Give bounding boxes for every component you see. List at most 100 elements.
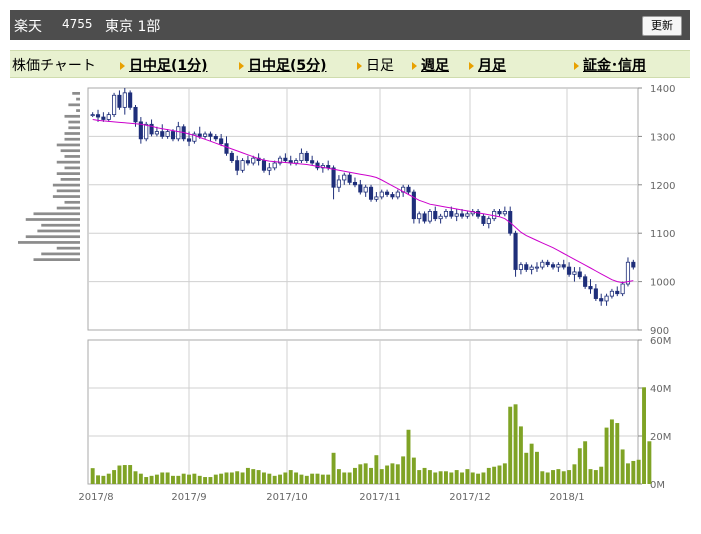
volume-bar (262, 472, 266, 484)
volume-profile-bar (64, 137, 80, 141)
candle-body (358, 184, 363, 193)
volume-bar (524, 452, 529, 484)
volume-bar (411, 457, 416, 484)
volume-bar (347, 472, 352, 484)
volume-profile-bar (33, 258, 80, 261)
volume-bar (353, 467, 357, 484)
volume-bar (572, 464, 577, 484)
volume-bar (636, 459, 641, 484)
candle-body (609, 290, 614, 297)
candle-body (604, 295, 609, 302)
volume-bar (385, 465, 390, 484)
volume-bar (176, 475, 181, 484)
volume-bar (138, 473, 143, 484)
candle-body (476, 211, 481, 217)
volume-bar (395, 464, 400, 484)
candle-body (518, 264, 523, 270)
volume-profile-bar (37, 229, 80, 233)
candle-body (374, 196, 379, 200)
volume-tick-label: 0M (650, 480, 665, 491)
volume-bar (465, 469, 470, 484)
volume-bar (379, 469, 384, 484)
candle-body (294, 160, 299, 164)
candle-body (117, 94, 122, 108)
candle-body (154, 131, 159, 135)
candle-body (411, 191, 416, 220)
volume-bar (272, 475, 277, 484)
candle-body (534, 266, 540, 269)
volume-profile-bar (56, 189, 80, 193)
candle-body (481, 215, 486, 224)
volume-bar (187, 474, 191, 484)
candle-body (390, 194, 395, 198)
volume-panel: 2017/8 2017/9 2017/10 2017/11 2017/12 2018/1 6… (78, 336, 671, 503)
candle-body (229, 152, 234, 161)
volume-profile-bar (18, 241, 80, 244)
candle-body (347, 174, 352, 183)
volume-profile-bar (64, 114, 80, 118)
candle-body (615, 290, 620, 295)
candle-body (133, 106, 138, 123)
volume-bar (310, 473, 315, 484)
volume-profile-bar (25, 218, 80, 221)
price-panel: 14001300120011001000900 (18, 84, 675, 337)
candle-body (363, 186, 368, 193)
volume-bar (647, 441, 652, 484)
candle-body (459, 213, 465, 217)
candle-body (625, 261, 631, 285)
candle-body (245, 160, 250, 164)
volume-bar (545, 472, 550, 484)
volume-profile-bar (64, 132, 80, 135)
candle-body (593, 288, 598, 299)
candle-body (529, 266, 534, 270)
candle-body (197, 133, 202, 137)
volume-bar (481, 472, 486, 484)
volume-bar (320, 474, 325, 484)
candle-body (385, 191, 390, 195)
candle-body (304, 152, 309, 161)
volume-bar (315, 473, 320, 484)
volume-bar (593, 470, 598, 484)
volume-bar (561, 471, 566, 484)
candle-body (128, 92, 133, 108)
volume-profile-bar (56, 172, 80, 175)
volume-bar (219, 473, 224, 484)
candle-body (502, 211, 507, 215)
candle-body (310, 160, 315, 164)
candle-body (122, 92, 127, 108)
volume-bar (401, 456, 406, 484)
volume-profile-bar (60, 149, 80, 153)
volume-bar (256, 470, 261, 484)
volume-bar (96, 475, 100, 484)
candle-body (577, 271, 582, 278)
volume-bar (294, 472, 299, 484)
candle-body (160, 131, 165, 137)
candle-body (224, 143, 229, 154)
volume-profile-bar (68, 120, 80, 124)
volume-bar (283, 472, 288, 484)
candle-body (368, 186, 374, 200)
candle-body (261, 160, 267, 171)
volume-bar (251, 469, 256, 484)
volume-bar (427, 470, 432, 484)
volume-bar (626, 463, 630, 484)
candle-body (395, 191, 400, 198)
candle-body (106, 114, 111, 120)
volume-tick-label: 60M (650, 336, 671, 347)
volume-profile-bar (64, 166, 80, 170)
candle-body (208, 133, 213, 137)
volume-tick-label: 40M (650, 384, 671, 395)
volume-bar (197, 475, 202, 484)
candle-body (331, 167, 336, 188)
volume-bar (631, 460, 636, 484)
price-tick-label: 1000 (650, 278, 675, 289)
candle-body (513, 232, 518, 270)
volume-profile-bar (64, 155, 80, 158)
volume-bar (588, 469, 593, 484)
x-tick-label: 2017/12 (449, 492, 491, 503)
volume-bar (192, 473, 197, 484)
volume-plot-area (87, 339, 639, 485)
volume-bar (288, 470, 293, 484)
volume-bar (642, 387, 646, 484)
volume-bar (620, 449, 625, 484)
